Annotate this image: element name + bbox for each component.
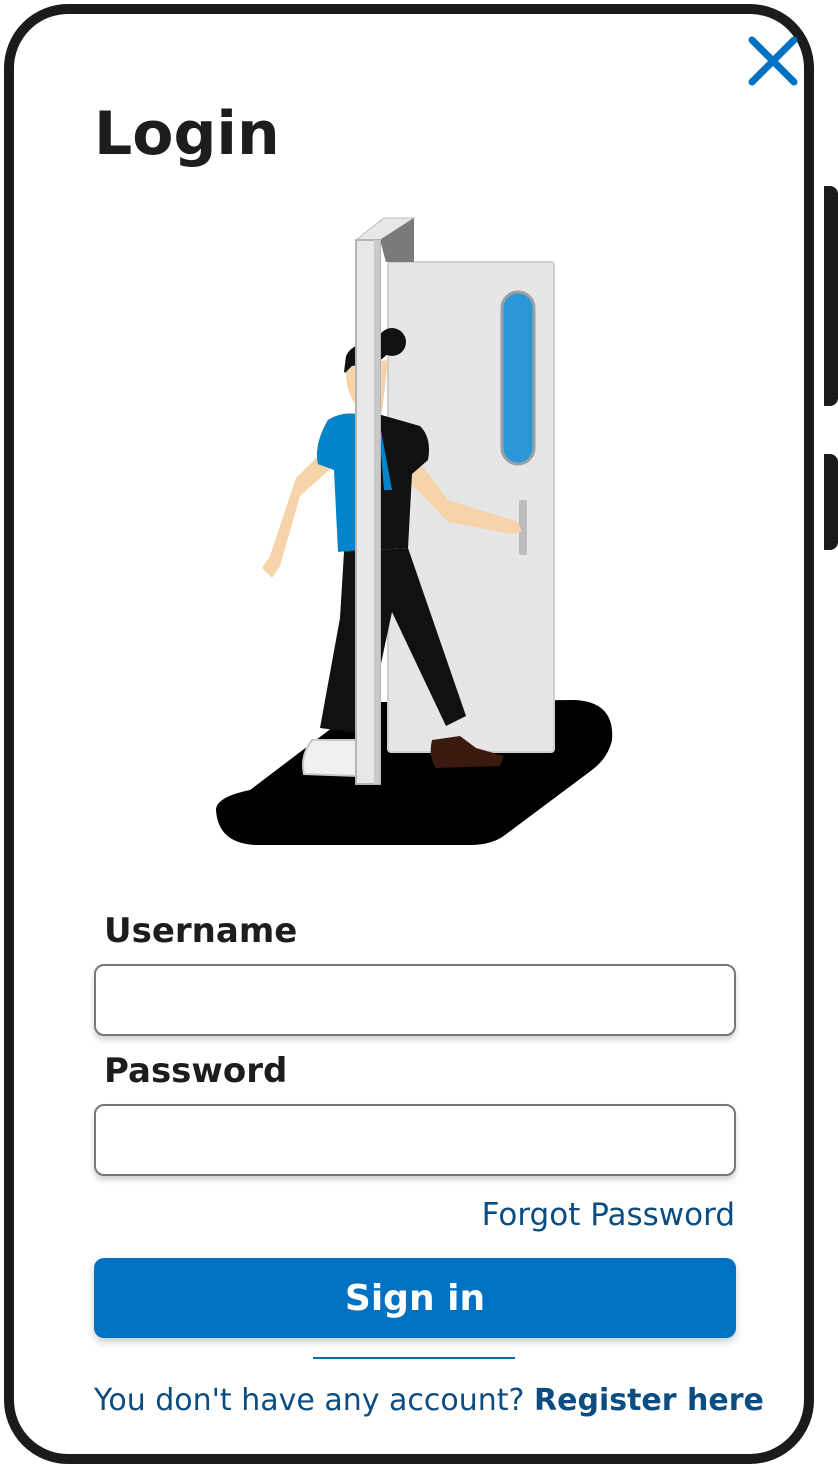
side-button-volume [824,186,838,406]
password-label: Password [104,1051,288,1091]
side-button-power [824,454,838,550]
close-button[interactable] [744,32,802,90]
username-label: Username [104,911,298,951]
divider [313,1357,515,1359]
page-title: Login [94,99,280,169]
sign-in-button[interactable]: Sign in [94,1258,736,1338]
register-link[interactable]: Register here [534,1383,764,1418]
no-account-text: You don't have any account? [94,1383,525,1418]
close-icon [748,36,798,86]
forgot-password-link[interactable]: Forgot Password [482,1200,735,1231]
phone-device: Login Username Password Forgot Password … [0,0,838,1472]
login-illustration [216,217,613,845]
username-input[interactable] [94,964,736,1036]
register-prompt: You don't have any account? Register her… [94,1386,764,1416]
password-input[interactable] [94,1104,736,1176]
